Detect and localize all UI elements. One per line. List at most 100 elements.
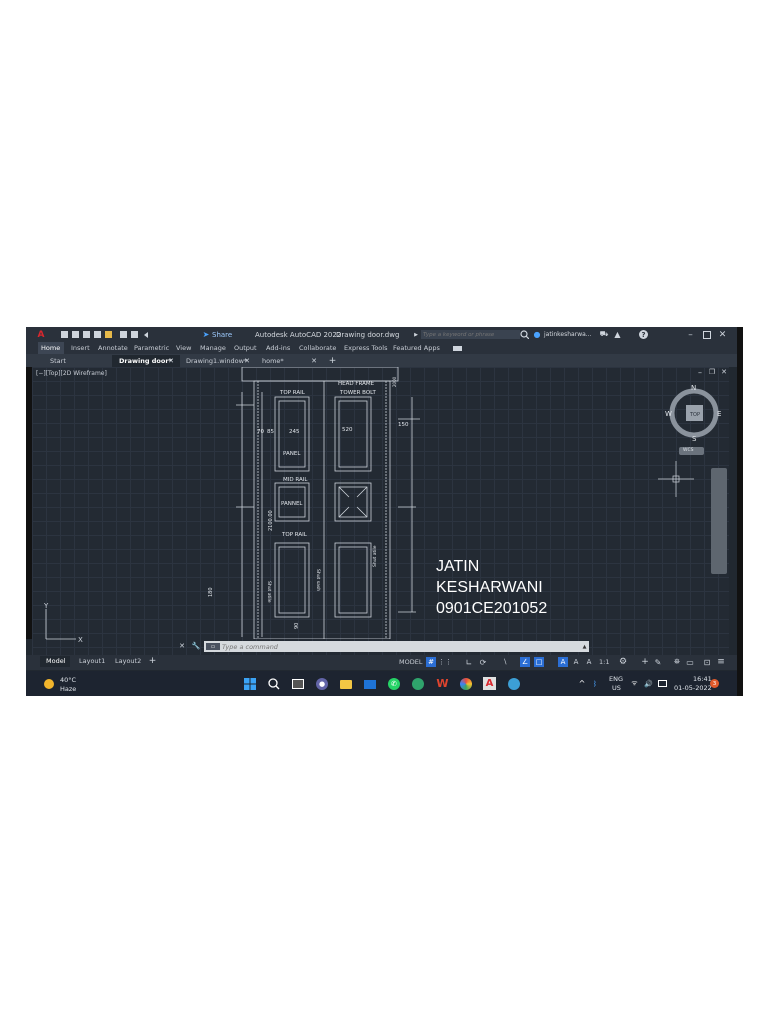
share-button[interactable]: Share [212, 331, 232, 339]
clock-date[interactable]: 01-05-2022 [674, 684, 712, 692]
search-icon[interactable] [520, 330, 529, 339]
close-tab-icon[interactable]: ✕ [167, 356, 175, 365]
label-top-rail: TOP RAIL [279, 390, 306, 396]
command-input[interactable] [222, 642, 582, 651]
command-close-icon[interactable]: ✕ [178, 642, 186, 650]
layout-tab-layout2[interactable]: Layout2 [115, 657, 141, 665]
cart-icon[interactable]: ⛟ [600, 330, 609, 339]
keyword-search-input[interactable] [421, 330, 520, 339]
ribbon-tab-collaborate[interactable]: Collaborate [299, 343, 336, 353]
viewport-controls-label[interactable]: [−][Top][2D Wireframe] [36, 370, 107, 377]
doc-tab-home[interactable]: home* [258, 356, 288, 366]
weather-sun-icon[interactable] [44, 679, 54, 689]
ribbon-tab-manage[interactable]: Manage [200, 343, 226, 353]
object-snap-icon[interactable]: □ [534, 657, 544, 667]
close-icon[interactable]: ✕ [718, 330, 727, 340]
office-word-icon[interactable]: W [436, 677, 449, 690]
chrome-icon[interactable] [508, 678, 520, 690]
wcs-label: WCS [683, 448, 694, 453]
tray-overflow-icon[interactable]: ^ [578, 679, 586, 688]
isolate-objects-icon[interactable]: ▭ [685, 657, 695, 667]
doc-tab-start[interactable]: Start [46, 356, 70, 366]
ribbon-tab-featured-apps[interactable]: Featured Apps [393, 343, 440, 353]
maximize-icon[interactable] [702, 330, 711, 339]
help-icon[interactable]: ? [639, 330, 648, 339]
language-label[interactable]: ENG [609, 675, 623, 683]
snap-toggle-icon[interactable]: ⋮⋮ [438, 657, 452, 667]
object-snap-tracking-icon[interactable]: ∠ [520, 657, 530, 667]
command-customize-icon[interactable]: 🔧 [192, 642, 201, 650]
battery-icon[interactable] [658, 679, 667, 688]
ribbon-tab-addins[interactable]: Add-ins [266, 343, 290, 353]
command-history-icon[interactable]: ▲ [581, 643, 588, 650]
autocad-logo-icon[interactable]: A [36, 329, 46, 340]
task-view-icon[interactable] [292, 678, 304, 690]
file-explorer-icon[interactable] [340, 678, 352, 690]
annotation-scale-icon[interactable]: A [584, 657, 594, 667]
isodraft-icon[interactable]: ∖ [500, 657, 510, 667]
user-name[interactable]: jatinkesharwa... [544, 331, 592, 338]
door-drawing[interactable]: HEAD FRAME TOP RAIL TOWER BOLT 70 85 245… [202, 367, 442, 639]
mail-icon[interactable] [364, 678, 376, 690]
autoscale-icon[interactable]: A [571, 657, 581, 667]
autocad-taskbar-icon[interactable]: A [483, 677, 496, 690]
doc-tab-drawing-window[interactable]: Drawing1.window* [182, 356, 251, 366]
taskbar-search-icon[interactable] [268, 678, 280, 690]
viewport-minimize-icon[interactable]: – [696, 368, 704, 377]
close-tab-icon[interactable]: ✕ [310, 356, 318, 365]
volume-icon[interactable]: 🔊 [644, 679, 653, 688]
side-label-1: Shut atile [266, 581, 272, 603]
notification-badge[interactable]: 3 [710, 679, 719, 688]
ribbon-tab-parametric[interactable]: Parametric [134, 343, 169, 353]
close-tab-icon[interactable]: ✕ [243, 356, 251, 365]
ribbon-tab-view[interactable]: View [176, 343, 191, 353]
dim-85: 85 [267, 429, 274, 435]
ribbon-tab-express-tools[interactable]: Express Tools [344, 343, 387, 353]
compass-east: E [717, 410, 721, 418]
ribbon-tab-annotate[interactable]: Annotate [98, 343, 128, 353]
units-icon[interactable]: ✎ [653, 657, 663, 667]
user-icon[interactable]: ● [533, 330, 541, 339]
customization-menu-icon[interactable]: ≡ [716, 657, 726, 667]
polar-icon[interactable]: ⟳ [478, 657, 488, 667]
edge-browser-icon[interactable] [412, 678, 424, 690]
new-tab-icon[interactable]: + [328, 356, 337, 366]
windows-start-icon[interactable] [244, 678, 256, 690]
ribbon-tab-label[interactable]: Home [41, 343, 60, 353]
autodesk-app-icon[interactable]: ▲ [613, 330, 622, 339]
clean-screen-icon[interactable]: ⊡ [702, 657, 712, 667]
weather-temp[interactable]: 40°C [60, 676, 76, 684]
crosshair-cursor [658, 461, 694, 497]
ribbon-tab-insert[interactable]: Insert [71, 343, 90, 353]
annotation-visibility-icon[interactable]: A [558, 657, 568, 667]
ortho-icon[interactable]: ∟ [464, 657, 474, 667]
viewport-close-icon[interactable]: ✕ [720, 368, 728, 376]
layout-tab-layout1[interactable]: Layout1 [79, 657, 105, 665]
whatsapp-icon[interactable]: ✆ [388, 678, 400, 690]
quick-access-toolbar[interactable] [60, 330, 156, 339]
paint-icon[interactable] [460, 678, 472, 690]
status-bar: Model Layout1 Layout2 + MODEL # ⋮⋮ ∟ ⟳ ∖… [26, 655, 743, 670]
model-space-button[interactable]: MODEL [399, 658, 422, 666]
navigation-bar[interactable] [711, 468, 727, 574]
annotation-scale-value[interactable]: 1:1 [599, 658, 609, 666]
drawing-viewport[interactable]: [−][Top][2D Wireframe] HEAD FRAME TOP RA… [32, 367, 729, 657]
panel-bottom-left [274, 542, 310, 618]
viewcube[interactable]: TOP N S E W [664, 381, 724, 441]
workspace-gear-icon[interactable]: ⚙ [618, 657, 628, 667]
annotation-monitor-icon[interactable]: + [640, 657, 650, 667]
share-icon[interactable]: ➤ [202, 330, 210, 339]
teams-chat-icon[interactable]: ● [316, 678, 328, 690]
door-frame-outline [253, 380, 391, 639]
viewcube-top-label: TOP [689, 412, 700, 418]
ribbon-toggle-icon[interactable] [451, 344, 463, 352]
ribbon-tab-output[interactable]: Output [234, 343, 257, 353]
wifi-icon[interactable]: ᯤ [630, 679, 639, 688]
bluetooth-icon[interactable]: ᛒ [591, 679, 599, 688]
hardware-acceleration-icon[interactable]: ⛯ [672, 657, 682, 667]
minimize-icon[interactable]: – [686, 330, 695, 340]
viewport-restore-icon[interactable]: ❐ [708, 368, 716, 376]
grid-toggle-icon[interactable]: # [426, 657, 436, 667]
clock-time[interactable]: 16:41 [693, 675, 712, 683]
add-layout-icon[interactable]: + [148, 656, 157, 666]
